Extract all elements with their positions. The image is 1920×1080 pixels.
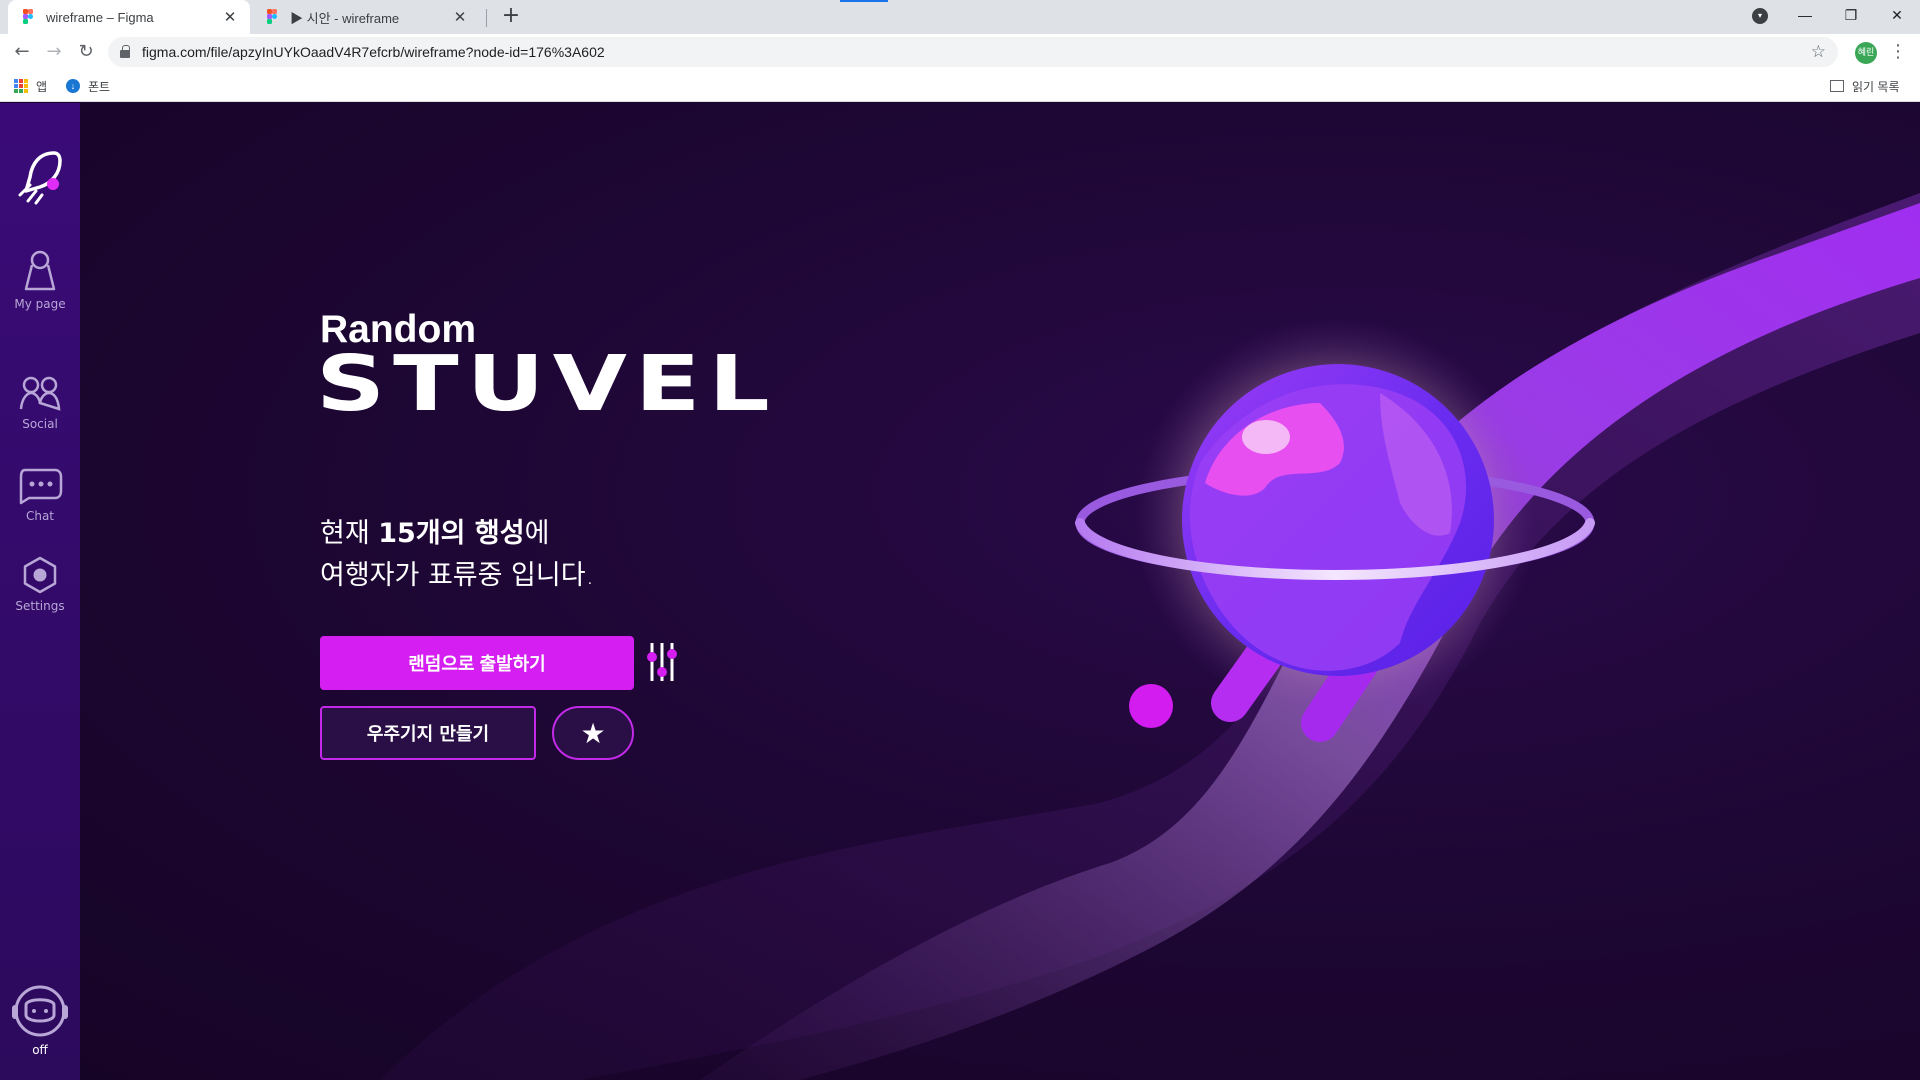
desc-suffix: 에 [524,518,550,549]
tab-siahn-wireframe[interactable]: ▶ 시안 - wireframe ✕ [252,0,480,34]
sidebar-item-mypage[interactable]: My page [0,249,80,311]
astronaut-helmet-icon [12,985,68,1037]
sidebar-item-label: Social [22,417,58,431]
forward-button[interactable]: → [40,38,68,66]
bookmarks-bar: 앱 ↓ 폰트 읽기 목록 [0,70,1920,102]
sliders-icon[interactable] [646,641,678,683]
status-toggle[interactable]: off [0,983,80,1057]
tab-figma-wireframe[interactable]: wireframe – Figma ✕ [8,0,250,34]
close-window-button[interactable]: ✕ [1874,0,1920,30]
chat-bubble-icon [19,468,63,505]
bookmark-font[interactable]: ↓ 폰트 [66,70,110,102]
create-base-button[interactable]: 우주기지 만들기 [320,706,536,760]
sidebar-item-settings[interactable]: Settings [0,555,80,613]
tab-title: ▶ 시안 - wireframe [290,10,400,26]
random-depart-button[interactable]: 랜덤으로 출발하기 [320,636,634,690]
new-tab-button[interactable]: + [498,4,524,30]
reload-button[interactable]: ↻ [72,38,100,66]
sidebar-item-social[interactable]: Social [0,375,80,431]
bookmark-label: 앱 [36,79,48,94]
reading-list-button[interactable]: 읽기 목록 [1830,70,1900,102]
sidebar-item-chat[interactable]: Chat [0,467,80,523]
description-line-2: 여행자가 표류중 입니다. [320,560,595,591]
bookmark-label: 폰트 [88,79,111,94]
description-line-1: 현재 15개의 행성에 [320,513,594,555]
browser-menu-icon[interactable]: ⋮ [1888,38,1908,66]
address-bar[interactable]: figma.com/file/apzyInUYkOaadV4R7efcrb/wi… [108,37,1838,67]
status-label: off [32,1043,48,1057]
loading-indicator [840,0,888,2]
bookmark-favicon: ↓ [66,79,80,93]
tab-title: wireframe – Figma [46,9,154,25]
lock-icon[interactable] [120,45,130,58]
minimize-button[interactable]: — [1782,0,1828,30]
browser-toolbar: ← → ↻ figma.com/file/apzyInUYkOaadV4R7ef… [0,34,1920,70]
tab-close-icon[interactable]: ✕ [452,8,468,26]
restore-button[interactable]: ❐ [1828,0,1874,30]
bookmark-star-icon[interactable]: ☆ [1811,37,1826,67]
people-icon [19,376,61,411]
favorite-button[interactable]: ★ [552,706,634,760]
stuvel-app: My page Social Chat Settings off Random … [0,103,1920,1080]
apps-grid-icon [14,79,28,93]
user-icon [24,250,56,291]
reading-list-icon [1830,80,1844,92]
rocket-logo-icon[interactable] [10,147,70,207]
tab-separator [486,9,487,27]
desc-prefix: 현재 [320,518,379,549]
main-scene: Random STUVEL 현재 15개의 행성에 여행자가 표류중 입니다. … [80,103,1920,1080]
url-text[interactable]: figma.com/file/apzyInUYkOaadV4R7efcrb/wi… [142,37,605,67]
star-icon: ★ [580,716,606,750]
reading-list-label: 읽기 목록 [1852,79,1900,94]
hero-title: STUVEL [316,339,778,429]
figma-favicon-icon [264,9,280,25]
hero-description: 현재 15개의 행성에 여행자가 표류중 입니다. [320,513,594,597]
figma-favicon-icon [20,9,36,25]
tab-close-icon[interactable]: ✕ [222,8,238,26]
sidebar-item-label: Chat [25,509,55,523]
profile-avatar[interactable]: 혜린 [1855,42,1877,64]
tab-search-icon[interactable]: ▾ [1752,8,1768,24]
planet-count-highlight: 15개의 행성 [378,518,525,549]
sidebar-item-label: My page [14,297,66,311]
sidebar-item-label: Settings [15,599,65,613]
hexagon-settings-icon [23,556,57,594]
browser-tab-strip: wireframe – Figma ✕ ▶ 시안 - wireframe ✕ +… [0,0,1920,34]
sidebar: My page Social Chat Settings off [0,103,80,1080]
back-button[interactable]: ← [8,38,36,66]
bookmark-apps[interactable]: 앱 [14,70,47,102]
